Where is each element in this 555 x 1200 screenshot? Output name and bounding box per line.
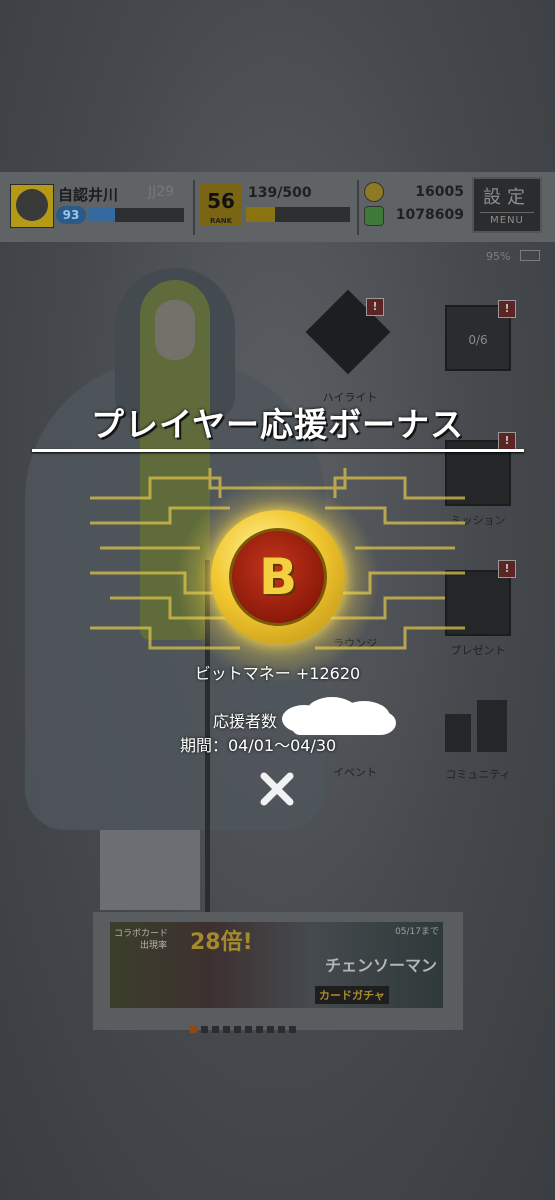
rank-value: 56 xyxy=(207,189,235,213)
player-name: 自認井川 xyxy=(58,186,119,204)
coin-icon xyxy=(364,182,384,202)
community-icon xyxy=(445,700,511,752)
supporter-label: 応援者数 xyxy=(213,712,278,731)
banner-page-dot[interactable] xyxy=(190,1026,197,1033)
banner-gacha-label: カードガチャ xyxy=(315,986,389,1004)
settings-menu-label: MENU xyxy=(480,212,534,226)
present-badge: ! xyxy=(498,560,516,578)
banner-page-dot[interactable] xyxy=(278,1026,285,1033)
player-avatar[interactable] xyxy=(10,184,54,228)
menu-event[interactable]: イベント xyxy=(310,764,400,780)
banner-page-dot[interactable] xyxy=(289,1026,296,1033)
coin-count: 16005 xyxy=(415,184,464,200)
bit-money-icon xyxy=(364,206,384,226)
title-underline xyxy=(32,449,524,452)
menu-community[interactable]: コミュニティ xyxy=(433,766,523,782)
divider xyxy=(357,180,359,235)
player-id: JJ29 xyxy=(148,184,175,200)
rank-label: RANK xyxy=(209,217,233,225)
reward-text: ビットマネー +12620 xyxy=(194,664,361,683)
settings-label: 設定 xyxy=(483,187,531,208)
character-face xyxy=(155,300,195,360)
banner-page-dot[interactable] xyxy=(267,1026,274,1033)
rank-badge: 56 RANK xyxy=(200,184,242,226)
gacha-banner[interactable]: コラボカード 出現率 28倍! 05/17まで チェンソーマン カードガチャ xyxy=(110,922,443,1008)
stamina-bar xyxy=(246,207,350,222)
bit-coin-symbol: B xyxy=(258,548,298,606)
banner-page-dot[interactable] xyxy=(201,1026,208,1033)
stamina-value: 139/500 xyxy=(248,185,312,201)
level-progress-fill xyxy=(88,208,115,222)
battery-icon xyxy=(520,250,540,261)
banner-page-dot[interactable] xyxy=(212,1026,219,1033)
menu-event-label: イベント xyxy=(333,766,377,779)
redaction-blob xyxy=(282,697,396,735)
banner-page-dot[interactable] xyxy=(234,1026,241,1033)
banner-page-dot[interactable] xyxy=(245,1026,252,1033)
banner-page-dot[interactable] xyxy=(223,1026,230,1033)
banner-pagination xyxy=(190,1018,300,1037)
avatar-icon xyxy=(16,189,48,221)
character-legs xyxy=(100,830,200,910)
banner-multiplier: 28倍! xyxy=(190,930,253,955)
banner-title: チェンソーマン xyxy=(325,956,438,975)
settings-button[interactable]: 設定 MENU xyxy=(472,177,542,233)
banner-promo-rate: 出現率 xyxy=(140,941,168,951)
close-icon[interactable] xyxy=(256,768,298,810)
level-progress-bar xyxy=(88,208,184,222)
stamina-fill xyxy=(246,207,276,222)
level-badge: 93 xyxy=(56,206,86,224)
calendar-count: 0/6 xyxy=(468,333,488,347)
banner-until: 05/17まで xyxy=(395,927,439,937)
calendar-badge: ! xyxy=(498,300,516,318)
battery-level: 95% xyxy=(486,250,511,263)
menu-community-label: コミュニティ xyxy=(445,768,511,781)
bit-money-count: 1078609 xyxy=(395,207,464,223)
banner-page-dot[interactable] xyxy=(256,1026,263,1033)
divider xyxy=(193,180,195,235)
bonus-title: プレイヤー応援ボーナス xyxy=(90,405,464,444)
highlight-badge: ! xyxy=(366,298,384,316)
